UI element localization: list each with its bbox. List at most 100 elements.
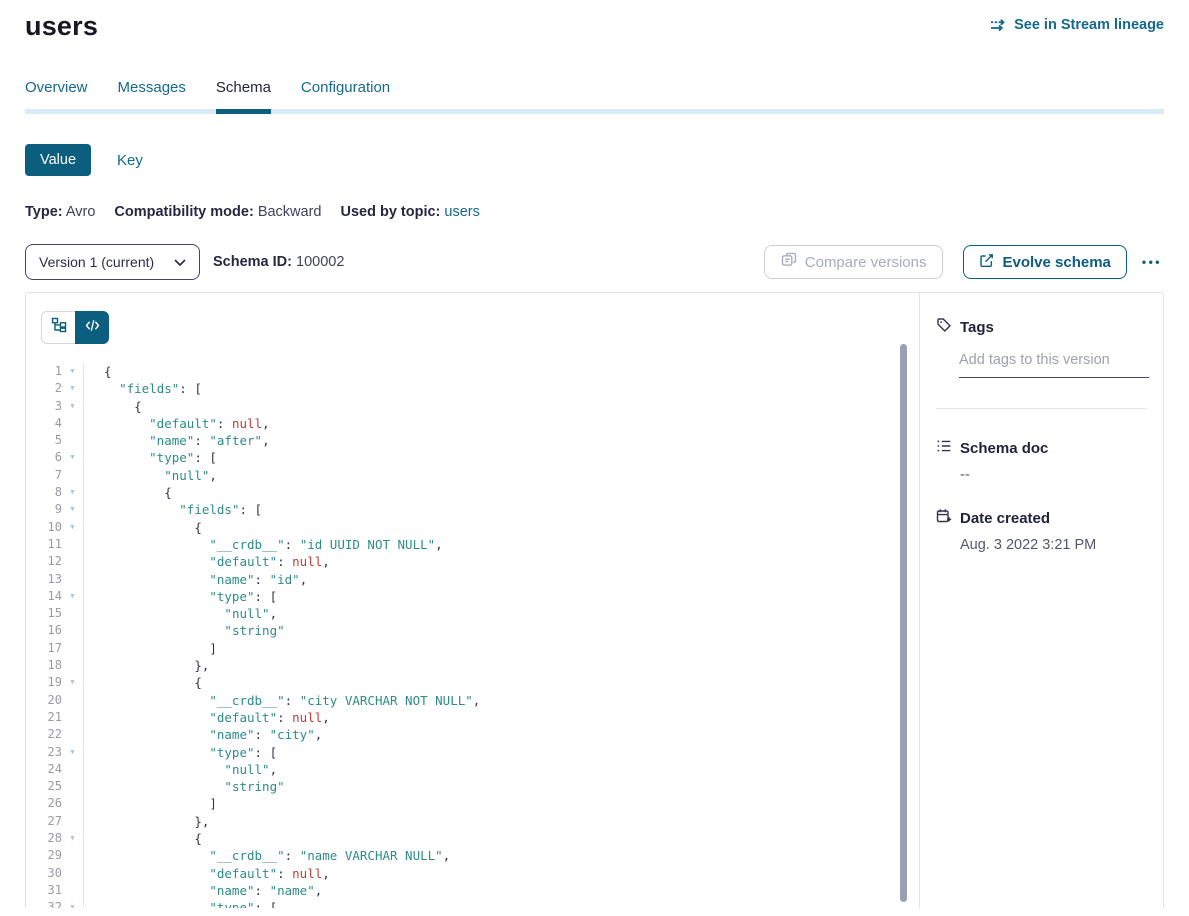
code-line: 32▼ "type": [ [26, 899, 919, 908]
fold-toggle-icon[interactable]: ▼ [62, 744, 84, 761]
fold-toggle-icon[interactable]: ▼ [62, 588, 84, 605]
evolve-schema-button[interactable]: Evolve schema [963, 245, 1126, 279]
tab-messages[interactable]: Messages [118, 79, 186, 109]
chevron-down-icon [174, 254, 186, 270]
line-number: 21 [26, 709, 62, 726]
schema-panel: 1▼{2▼ "fields": [3▼ {4 "default": null,5… [25, 292, 1164, 908]
code-line: 23▼ "type": [ [26, 744, 919, 761]
code-line: 15 "null", [26, 605, 919, 622]
line-number: 19 [26, 674, 62, 691]
line-number: 11 [26, 536, 62, 553]
code-line: 4 "default": null, [26, 415, 919, 432]
code-view-button[interactable] [75, 311, 109, 344]
date-created-value: Aug. 3 2022 3:21 PM [960, 537, 1147, 553]
code-line: 20 "__crdb__": "city VARCHAR NOT NULL", [26, 692, 919, 709]
fold-gutter [62, 605, 84, 622]
line-number: 9 [26, 501, 62, 518]
fold-gutter [62, 467, 84, 484]
editor-scrollbar-thumb[interactable] [900, 344, 907, 902]
tree-view-button[interactable] [41, 311, 75, 344]
code-line: 25 "string" [26, 778, 919, 795]
fold-gutter [62, 571, 84, 588]
fold-gutter [62, 415, 84, 432]
line-number: 25 [26, 778, 62, 795]
code-view-icon [85, 319, 100, 337]
code-line: 16 "string" [26, 622, 919, 639]
fold-toggle-icon[interactable]: ▼ [62, 484, 84, 501]
line-number: 1 [26, 363, 62, 380]
tab-overview[interactable]: Overview [25, 79, 88, 109]
fold-gutter [62, 657, 84, 674]
tab-schema[interactable]: Schema [216, 79, 271, 109]
fold-gutter [62, 692, 84, 709]
code-line: 17 ] [26, 640, 919, 657]
fold-toggle-icon[interactable]: ▼ [62, 519, 84, 536]
line-number: 30 [26, 865, 62, 882]
code-line: 26 ] [26, 795, 919, 812]
lineage-link-label: See in Stream lineage [1014, 17, 1164, 33]
version-select-value: Version 1 (current) [39, 254, 154, 270]
fold-toggle-icon[interactable]: ▼ [62, 674, 84, 691]
schema-doc-value: -- [960, 467, 1147, 483]
see-in-stream-lineage-link[interactable]: See in Stream lineage [990, 17, 1164, 33]
line-number: 22 [26, 726, 62, 743]
fold-toggle-icon[interactable]: ▼ [62, 449, 84, 466]
code-line: 12 "default": null, [26, 553, 919, 570]
line-number: 12 [26, 553, 62, 570]
date-created-section-header: Date created [936, 508, 1147, 528]
code-line: 27 }, [26, 813, 919, 830]
fold-gutter [62, 847, 84, 864]
line-number: 29 [26, 847, 62, 864]
code-line: 24 "null", [26, 761, 919, 778]
fold-toggle-icon[interactable]: ▼ [62, 899, 84, 908]
line-number: 28 [26, 830, 62, 847]
code-line: 22 "name": "city", [26, 726, 919, 743]
fold-gutter [62, 795, 84, 812]
line-number: 10 [26, 519, 62, 536]
tags-section-header: Tags [936, 317, 1147, 337]
line-number: 31 [26, 882, 62, 899]
compare-versions-button[interactable]: Compare versions [764, 245, 944, 279]
code-line: 11 "__crdb__": "id UUID NOT NULL", [26, 536, 919, 553]
code-line: 3▼ { [26, 398, 919, 415]
version-select[interactable]: Version 1 (current) [25, 244, 200, 280]
tag-icon [936, 317, 952, 337]
compatibility-mode: Compatibility mode: Backward [114, 204, 321, 220]
editor-view-toggle [41, 311, 109, 344]
topic-link[interactable]: users [444, 204, 479, 220]
more-actions-button[interactable]: ••• [1140, 251, 1164, 273]
code-line: 7 "null", [26, 467, 919, 484]
schema-editor[interactable]: 1▼{2▼ "fields": [3▼ {4 "default": null,5… [26, 293, 919, 908]
tab-configuration[interactable]: Configuration [301, 79, 390, 109]
line-number: 8 [26, 484, 62, 501]
fold-toggle-icon[interactable]: ▼ [62, 363, 84, 380]
code-line: 29 "__crdb__": "name VARCHAR NULL", [26, 847, 919, 864]
schema-kind-toggle: Value Key [25, 144, 1164, 176]
line-number: 7 [26, 467, 62, 484]
compare-versions-icon [781, 252, 797, 272]
fold-gutter [62, 882, 84, 899]
line-number: 14 [26, 588, 62, 605]
key-toggle-button[interactable]: Key [117, 152, 143, 169]
fold-toggle-icon[interactable]: ▼ [62, 501, 84, 518]
code-line: 21 "default": null, [26, 709, 919, 726]
version-bar: Version 1 (current) Schema ID: 100002 Co… [25, 244, 1164, 280]
tree-view-icon [51, 317, 67, 338]
calendar-plus-icon [936, 508, 952, 528]
fold-toggle-icon[interactable]: ▼ [62, 398, 84, 415]
code-line: 6▼ "type": [ [26, 449, 919, 466]
schema-meta-row: Type: Avro Compatibility mode: Backward … [25, 204, 1164, 220]
add-tags-input[interactable] [959, 352, 1149, 378]
fold-gutter [62, 640, 84, 657]
fold-toggle-icon[interactable]: ▼ [62, 830, 84, 847]
fold-gutter [62, 709, 84, 726]
line-number: 23 [26, 744, 62, 761]
line-number: 15 [26, 605, 62, 622]
value-toggle-button[interactable]: Value [25, 144, 91, 176]
line-number: 16 [26, 622, 62, 639]
code-line: 19▼ { [26, 674, 919, 691]
fold-toggle-icon[interactable]: ▼ [62, 380, 84, 397]
code-line: 31 "name": "name", [26, 882, 919, 899]
schema-info-sidebar: Tags Schema doc -- [919, 293, 1163, 908]
fold-gutter [62, 536, 84, 553]
